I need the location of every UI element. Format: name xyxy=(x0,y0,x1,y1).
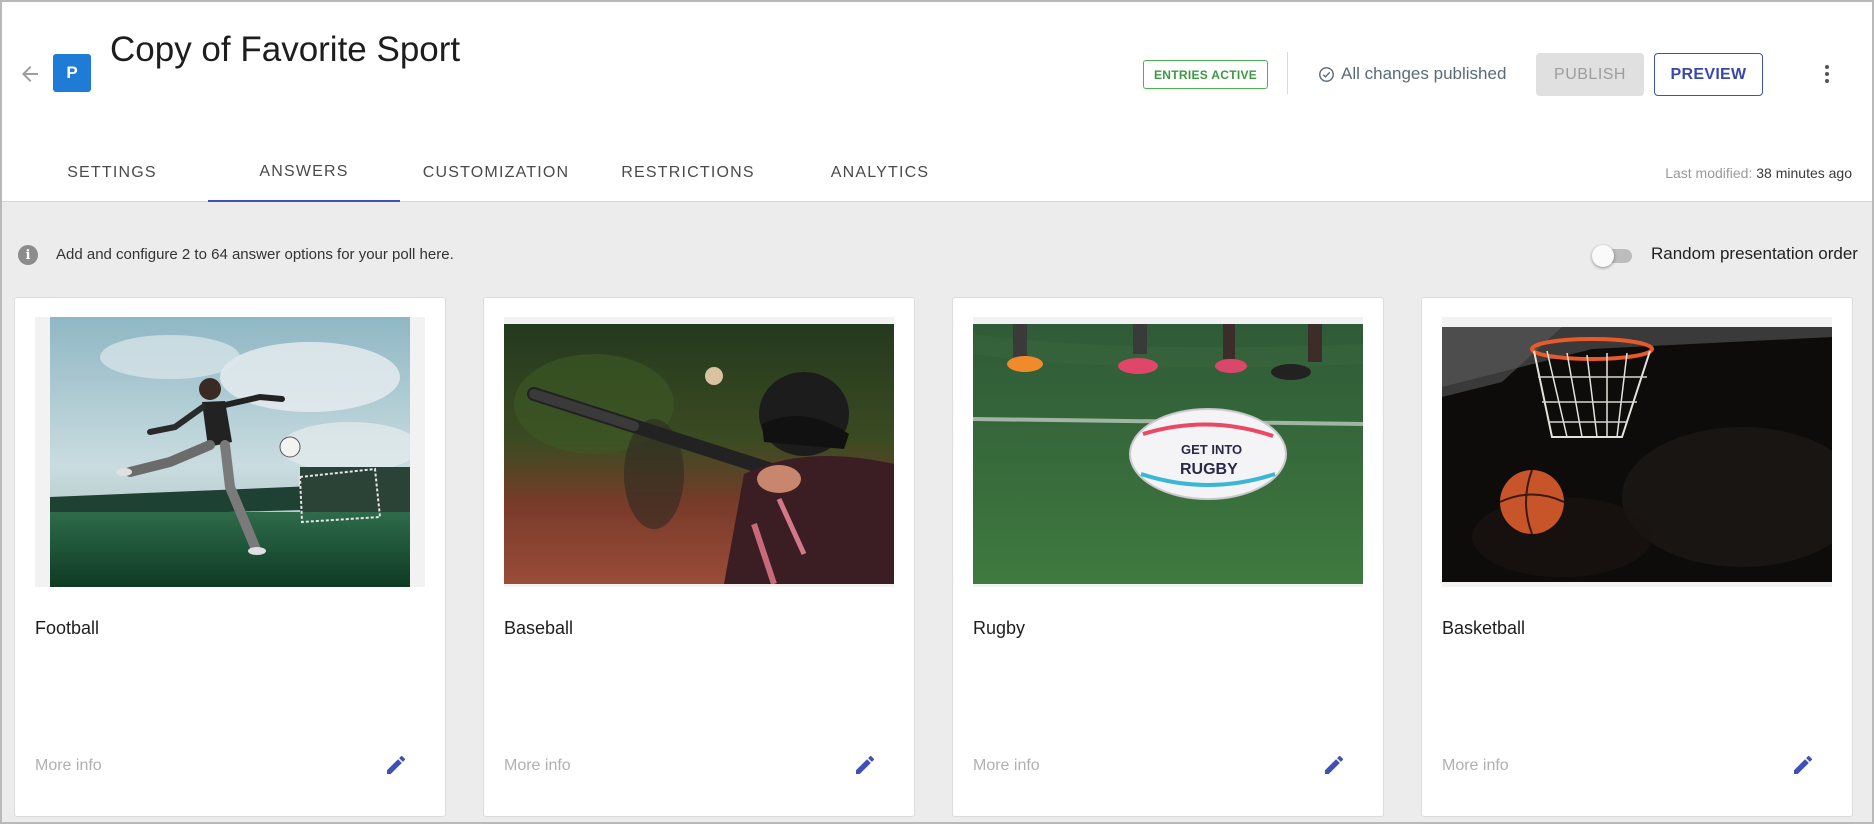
edit-pencil-icon[interactable] xyxy=(1788,750,1818,780)
entries-status-badge: ENTRIES ACTIVE xyxy=(1143,60,1269,89)
baseball-photo xyxy=(504,317,894,587)
app-window: P Copy of Favorite Sport ENTRIES ACTIVE … xyxy=(0,0,1874,824)
info-icon: i xyxy=(18,245,38,265)
publish-button[interactable]: PUBLISH xyxy=(1536,53,1644,96)
tab-customization[interactable]: CUSTOMIZATION xyxy=(400,144,592,202)
page-title: Copy of Favorite Sport xyxy=(110,30,461,69)
more-info-link[interactable]: More info xyxy=(35,757,102,775)
publish-status-text: All changes published xyxy=(1341,64,1507,83)
football-photo xyxy=(35,317,425,587)
tab-restrictions[interactable]: RESTRICTIONS xyxy=(592,144,784,202)
answer-card: GET INTO RUGBY Rugby More info xyxy=(952,297,1384,817)
last-modified: Last modified: 38 minutes ago xyxy=(1665,165,1852,181)
answer-name: Football xyxy=(35,618,100,638)
tab-answers[interactable]: ANSWERS xyxy=(208,144,400,202)
edit-pencil-icon[interactable] xyxy=(850,750,880,780)
preview-button[interactable]: PREVIEW xyxy=(1654,53,1763,96)
app-logo: P xyxy=(53,54,91,92)
basketball-photo xyxy=(1442,317,1832,587)
answer-card: Baseball More info xyxy=(483,297,915,817)
edit-pencil-icon[interactable] xyxy=(381,750,411,780)
page-header: P Copy of Favorite Sport ENTRIES ACTIVE … xyxy=(2,2,1872,202)
answer-name: Baseball xyxy=(504,618,574,638)
last-modified-label: Last modified: xyxy=(1665,165,1753,181)
toggle-knob xyxy=(1592,245,1614,267)
edit-pencil-icon[interactable] xyxy=(1319,750,1349,780)
answer-card: Basketball More info xyxy=(1421,297,1853,817)
answer-name: Rugby xyxy=(973,618,1026,638)
svg-text:GET INTO: GET INTO xyxy=(1181,442,1242,457)
svg-text:RUGBY: RUGBY xyxy=(1180,461,1238,478)
random-order-toggle[interactable] xyxy=(1592,243,1636,267)
answer-name: Basketball xyxy=(1442,618,1526,638)
last-modified-value: 38 minutes ago xyxy=(1756,165,1852,181)
rugby-photo: GET INTO RUGBY xyxy=(973,317,1363,587)
info-message: Add and configure 2 to 64 answer options… xyxy=(56,246,454,263)
tab-analytics[interactable]: ANALYTICS xyxy=(784,144,976,202)
answer-card: Football More info xyxy=(14,297,446,817)
publish-status: All changes published xyxy=(1318,62,1506,86)
more-info-link[interactable]: More info xyxy=(973,757,1040,775)
header-divider xyxy=(1287,52,1288,94)
back-arrow-icon[interactable] xyxy=(16,60,44,88)
tab-settings[interactable]: SETTINGS xyxy=(16,144,208,202)
check-circle-icon xyxy=(1319,66,1334,82)
random-order-label: Random presentation order xyxy=(1651,244,1858,263)
more-options-icon[interactable] xyxy=(1814,60,1840,88)
more-info-link[interactable]: More info xyxy=(504,757,571,775)
more-info-link[interactable]: More info xyxy=(1442,757,1509,775)
